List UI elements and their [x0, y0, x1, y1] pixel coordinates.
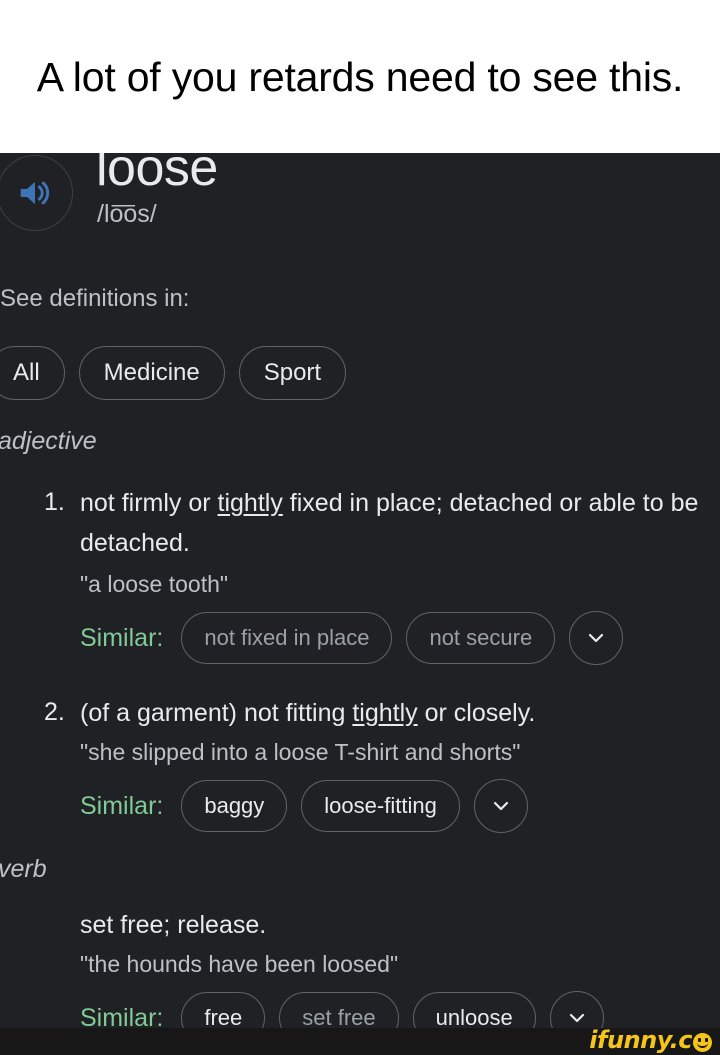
dictionary-panel: loose /lo͞os/ See definitions in: All Me… [0, 153, 720, 1028]
similar-row-2: Similar: baggy loose-fitting [80, 779, 528, 833]
chevron-down-icon [584, 626, 608, 650]
part-of-speech-verb: verb [0, 855, 47, 883]
definition-text: (of a garment) not fitting tightly or cl… [80, 693, 720, 733]
expand-synonyms-button-2[interactable] [473, 779, 528, 833]
definition-example: "a loose tooth" [80, 571, 229, 597]
filter-chip-all[interactable]: All [0, 346, 65, 400]
similar-label: Similar: [80, 792, 164, 820]
chevron-down-icon [565, 1006, 589, 1028]
definition-text: not firmly or tightly fixed in place; de… [80, 483, 720, 563]
similar-label: Similar: [80, 624, 164, 652]
definition-text-pre: not firmly or [80, 489, 218, 517]
synonym-chip-not-secure[interactable]: not secure [406, 612, 556, 664]
definition-link-tightly[interactable]: tightly [218, 489, 283, 517]
definition-link-tightly[interactable]: tightly [352, 699, 417, 727]
watermark-bar: ifunny.c [0, 1026, 720, 1055]
similar-row-3: Similar: free set free unloose [80, 991, 604, 1028]
smiley-face-icon [693, 1032, 712, 1052]
definition-filter-chips: All Medicine Sport [0, 346, 347, 400]
synonym-chip-unloose[interactable]: unloose [412, 992, 536, 1028]
part-of-speech-adjective: adjective [0, 427, 97, 455]
definition-text: set free; release. [80, 905, 720, 945]
synonym-chip-baggy[interactable]: baggy [181, 780, 288, 832]
synonym-chip-free[interactable]: free [181, 992, 266, 1028]
definition-example: "the hounds have been loosed" [80, 951, 399, 977]
see-definitions-label: See definitions in: [0, 285, 190, 312]
definition-text-post: or closely. [417, 699, 536, 727]
headword: loose [96, 153, 218, 197]
definition-example: "she slipped into a loose T-shirt and sh… [80, 739, 521, 765]
watermark-text: ifunny.c [589, 1026, 692, 1054]
similar-row-1: Similar: not fixed in place not secure [80, 611, 624, 665]
phonetic-transcription: /lo͞os/ [97, 200, 157, 228]
pronounce-audio-button[interactable] [0, 155, 73, 231]
caption-text: A lot of you retards need to see this. [36, 53, 684, 100]
definition-number: 2. [44, 698, 65, 726]
filter-chip-medicine[interactable]: Medicine [78, 346, 225, 400]
caption-band: A lot of you retards need to see this. [0, 0, 720, 153]
definition-number: 1. [44, 488, 65, 516]
expand-synonyms-button-3[interactable] [549, 991, 604, 1028]
speaker-volume-icon [16, 174, 54, 212]
word-header: loose /lo͞os/ [0, 153, 720, 257]
definition-text-pre: set free; release. [80, 911, 267, 939]
expand-synonyms-button-1[interactable] [569, 611, 624, 665]
chevron-down-icon [489, 794, 513, 818]
synonym-chip-loose-fitting[interactable]: loose-fitting [301, 780, 460, 832]
synonym-chip-set-free[interactable]: set free [279, 992, 399, 1028]
ifunny-watermark: ifunny.c [589, 1026, 712, 1054]
similar-label: Similar: [80, 1004, 164, 1028]
synonym-chip-not-fixed-in-place[interactable]: not fixed in place [181, 612, 393, 664]
definition-text-pre: (of a garment) not fitting [80, 699, 353, 727]
filter-chip-sport[interactable]: Sport [238, 346, 347, 400]
